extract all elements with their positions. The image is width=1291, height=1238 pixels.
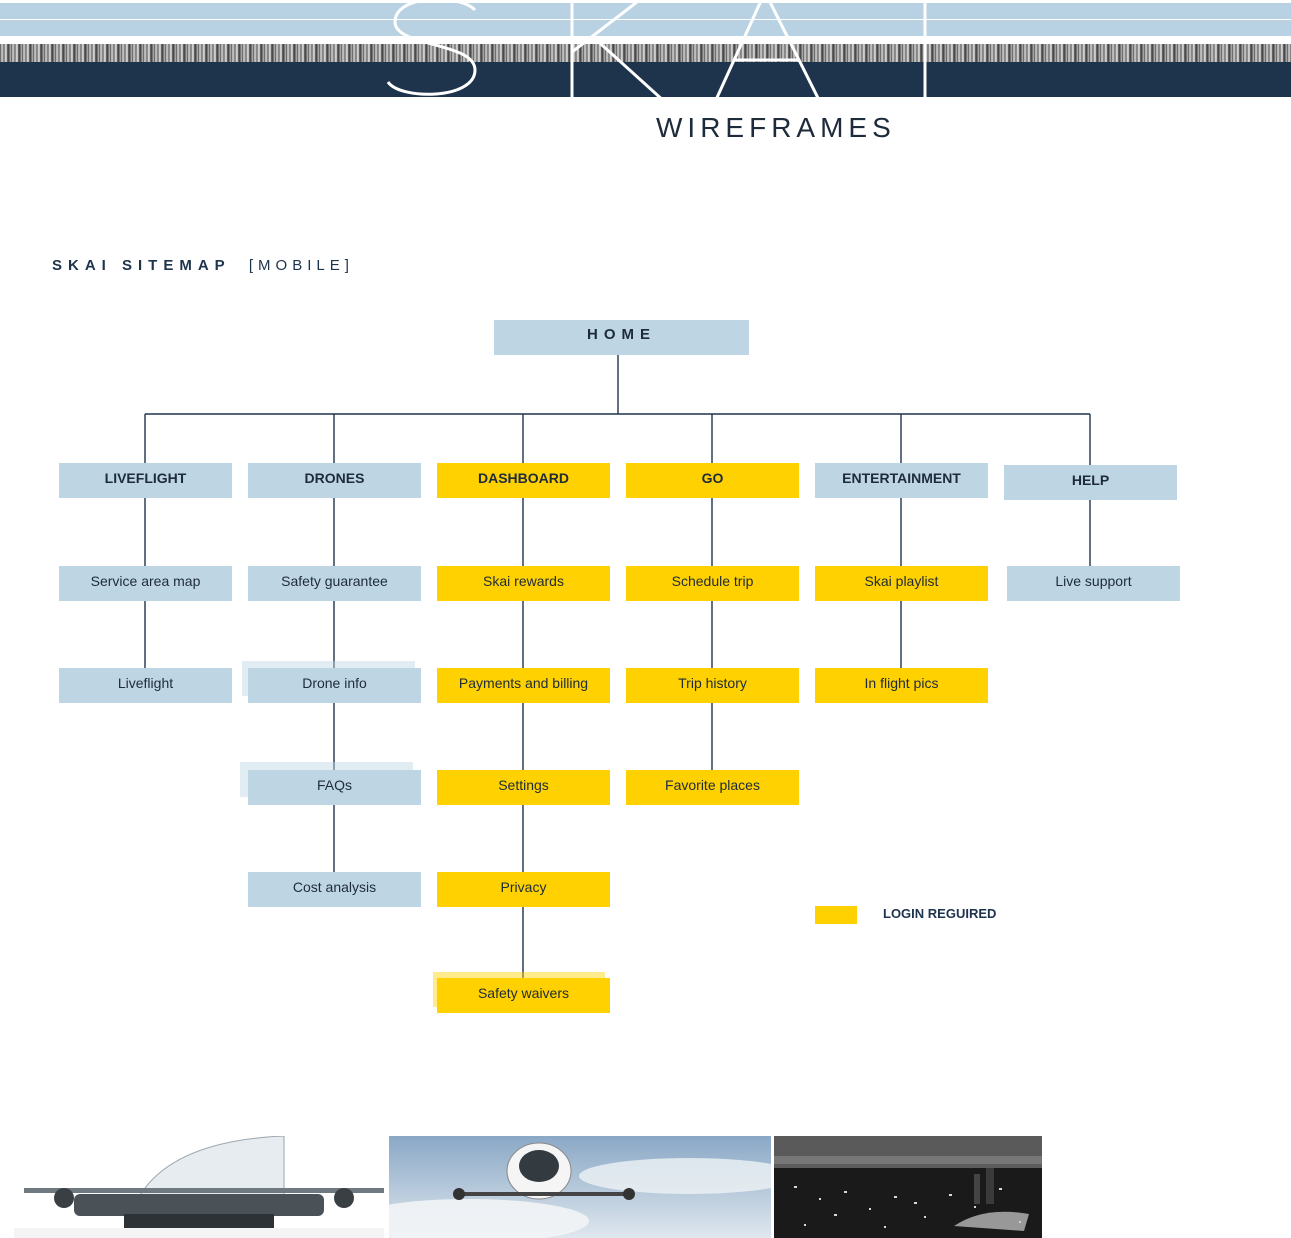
sitemap-node-cost-analysis: Cost analysis [248,872,421,907]
sitemap-node-entertainment: ENTERTAINMENT [815,463,988,498]
legend-label: LOGIN REGUIRED [883,906,997,921]
sitemap-connectors [144,355,1091,978]
sitemap-node-skai-playlist: Skai playlist [815,566,988,601]
sitemap-node-privacy: Privacy [437,872,610,907]
drone-cockpit-photo [14,1136,384,1238]
sitemap-node-faqs: FAQs [248,770,421,805]
sitemap-node-schedule-trip: Schedule trip [626,566,799,601]
sitemap-node-go: GO [626,463,799,498]
city-night-photo [774,1136,1042,1238]
sitemap-node-liveflight: LIVEFLIGHT [59,463,232,498]
sitemap-node-safety-waivers: Safety waivers [437,978,610,1013]
sitemap-node-settings: Settings [437,770,610,805]
sitemap-node-help: HELP [1004,465,1177,500]
sitemap-node-dashboard: DASHBOARD [437,463,610,498]
sitemap-node-drone-info: Drone info [248,668,421,703]
legend-swatch [815,906,857,924]
sitemap-node-home: HOME [494,320,749,355]
sitemap-node-favorite-places: Favorite places [626,770,799,805]
sitemap-node-safety-guarantee: Safety guarantee [248,566,421,601]
sitemap-node-trip-history: Trip history [626,668,799,703]
sitemap-node-skai-rewards: Skai rewards [437,566,610,601]
sitemap-node-liveflight-page: Liveflight [59,668,232,703]
sitemap-node-service-area-map: Service area map [59,566,232,601]
sitemap-node-live-support: Live support [1007,566,1180,601]
sitemap-node-drones: DRONES [248,463,421,498]
sitemap-node-in-flight-pics: In flight pics [815,668,988,703]
drone-sky-photo [389,1136,771,1238]
sitemap-node-payments-billing: Payments and billing [437,668,610,703]
